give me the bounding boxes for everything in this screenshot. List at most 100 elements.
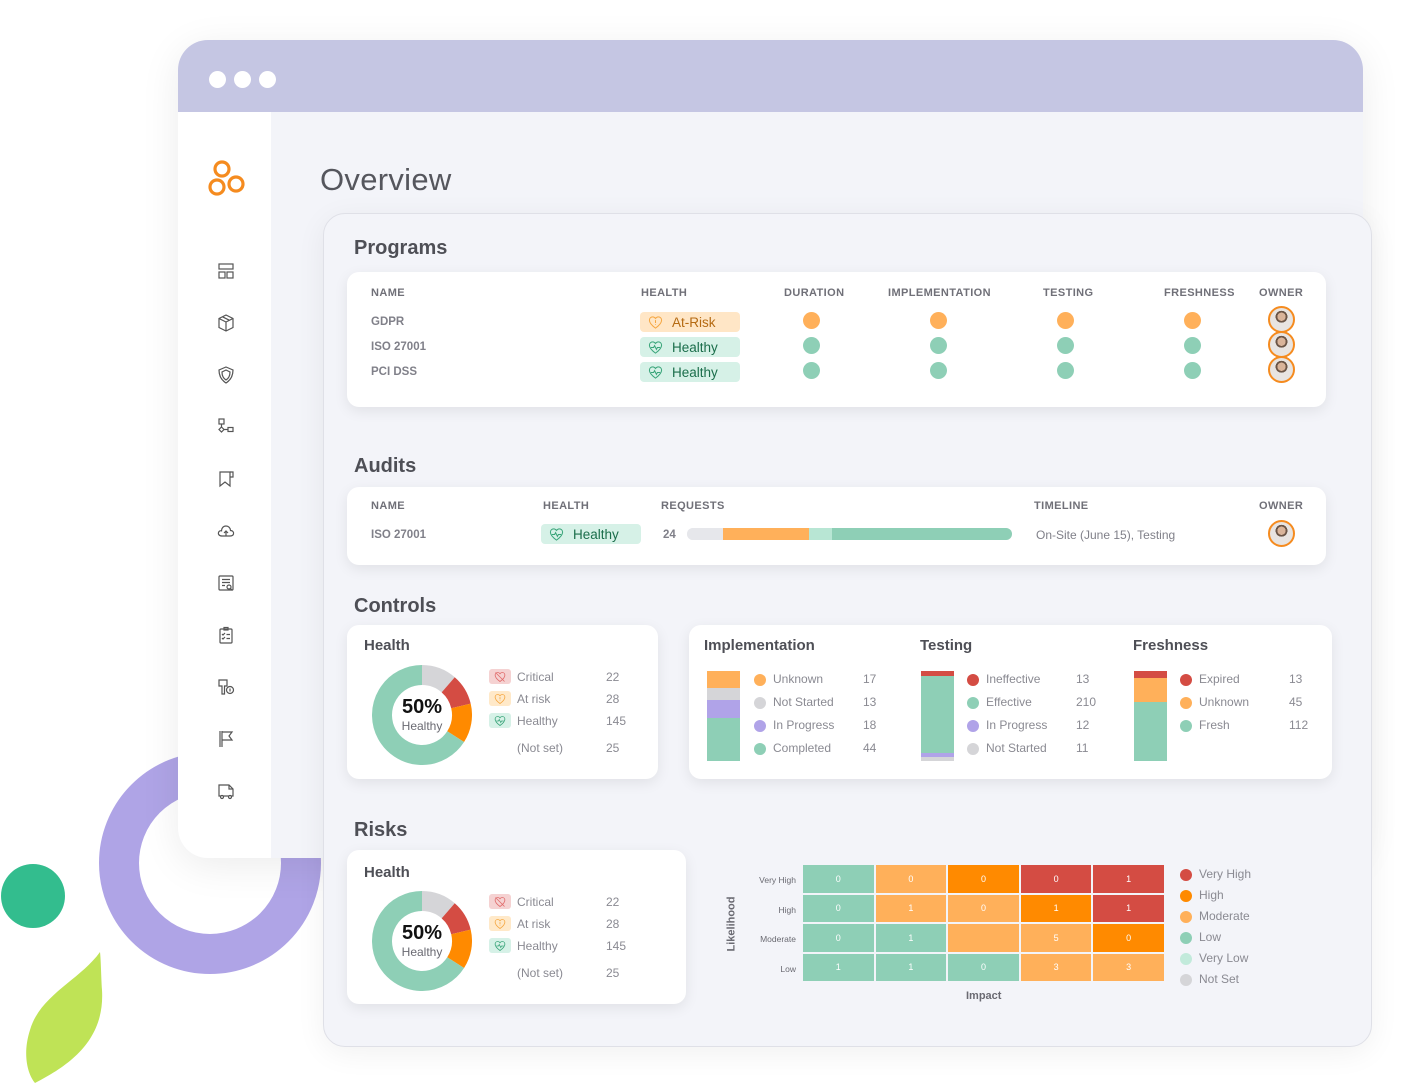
donut-label: Healthy: [401, 945, 443, 959]
heatmap-cell[interactable]: 0: [875, 865, 947, 893]
program-name[interactable]: PCI DSS: [371, 366, 417, 378]
column-header[interactable]: FRESHNESS: [1164, 287, 1235, 299]
legend-label: At risk: [517, 692, 551, 706]
legend-label: At risk: [517, 917, 551, 931]
legend-dot: [754, 674, 766, 686]
bar-segment-completed[interactable]: [707, 717, 740, 761]
column-header[interactable]: OWNER: [1259, 500, 1303, 512]
window-dot[interactable]: [234, 71, 251, 88]
audit-name[interactable]: ISO 27001: [371, 529, 426, 541]
legend-label: Ineffective: [986, 672, 1041, 686]
heatmap-cell[interactable]: 1: [875, 953, 947, 981]
page-title: Overview: [320, 162, 452, 197]
legend-dot: [1180, 890, 1192, 902]
cloud-upload-icon[interactable]: [216, 521, 236, 541]
bookmark-icon[interactable]: [216, 469, 236, 489]
legend-label: Unknown: [1199, 695, 1250, 709]
testing-stacked-bar: [921, 671, 954, 761]
truck-icon[interactable]: [216, 781, 236, 801]
card-title: Testing: [920, 637, 973, 654]
bar-segment-unknown[interactable]: [1134, 677, 1167, 702]
legend-label: Critical: [517, 670, 554, 684]
workflow-icon[interactable]: [216, 417, 236, 437]
window-dot[interactable]: [259, 71, 276, 88]
bar-segment-effective[interactable]: [921, 675, 954, 753]
legend-label: Not Set: [1199, 972, 1240, 986]
health-badge: At-Risk: [640, 312, 740, 332]
bar-segment-expired[interactable]: [1134, 671, 1167, 678]
risk-heatmap: 0000101011015011033: [803, 865, 1166, 983]
legend-value: 22: [606, 670, 620, 684]
heartbeat-icon: [489, 713, 511, 728]
heart-alert-icon: [648, 315, 663, 330]
legend-value: 17: [863, 672, 877, 686]
logo-icon[interactable]: [207, 158, 249, 200]
heartbeat-icon: [489, 938, 511, 953]
column-header[interactable]: TIMELINE: [1034, 500, 1089, 512]
legend-value: 45: [1289, 695, 1303, 709]
column-header[interactable]: NAME: [371, 287, 405, 299]
heatmap-cell[interactable]: 1: [1020, 894, 1092, 922]
bar-segment-fresh[interactable]: [1134, 701, 1167, 761]
freshness-status-dot: [1184, 312, 1201, 329]
column-header[interactable]: REQUESTS: [661, 500, 725, 512]
heatmap-cell[interactable]: 3: [1093, 953, 1164, 981]
risks-health-card: Health 50% Healthy Critical 22 At risk 28 He…: [347, 850, 686, 1004]
flag-icon[interactable]: [216, 729, 236, 749]
column-header[interactable]: TESTING: [1043, 287, 1093, 299]
window-dot[interactable]: [209, 71, 226, 88]
heatmap-cell[interactable]: 5: [1020, 924, 1092, 952]
clipboard-check-icon[interactable]: [216, 625, 236, 645]
heatmap-cell[interactable]: 0: [803, 894, 874, 922]
legend-label: Moderate: [1199, 909, 1250, 923]
decorative-dot: [1, 864, 65, 928]
bar-segment-not-started[interactable]: [921, 756, 954, 761]
donut-label: Healthy: [401, 719, 443, 733]
column-header[interactable]: DURATION: [784, 287, 844, 299]
legend-label: Very Low: [1199, 951, 1249, 965]
heatmap-cell[interactable]: 0: [803, 924, 874, 952]
heatmap-cell[interactable]: 0: [803, 865, 874, 893]
health-badge: Healthy: [541, 524, 641, 544]
heatmap-cell[interactable]: 1: [875, 894, 947, 922]
column-header[interactable]: HEALTH: [543, 500, 589, 512]
program-name[interactable]: ISO 27001: [371, 341, 426, 353]
bar-segment-not-started[interactable]: [707, 687, 740, 701]
legend-label: (Not set): [517, 741, 564, 755]
heatmap-cell[interactable]: 0: [1093, 924, 1164, 952]
column-header[interactable]: OWNER: [1259, 287, 1303, 299]
owner-avatar[interactable]: [1268, 331, 1295, 358]
heatmap-cell[interactable]: [948, 924, 1019, 952]
column-header[interactable]: NAME: [371, 500, 405, 512]
legend-dot: [967, 697, 979, 709]
bar-segment-unknown[interactable]: [707, 671, 740, 688]
column-header[interactable]: IMPLEMENTATION: [888, 287, 991, 299]
heatmap-cell[interactable]: 0: [1020, 865, 1092, 893]
box-icon[interactable]: [216, 313, 236, 333]
audits-title: Audits: [354, 455, 417, 477]
layout-icon[interactable]: [216, 261, 236, 281]
requests-progress: [687, 528, 1012, 540]
list-search-icon[interactable]: [216, 573, 236, 593]
program-name[interactable]: GDPR: [371, 316, 404, 328]
column-header[interactable]: HEALTH: [641, 287, 687, 299]
legend-dot: [967, 720, 979, 732]
heatmap-cell[interactable]: 0: [948, 865, 1019, 893]
heatmap-cell[interactable]: 1: [1093, 865, 1164, 893]
heatmap-cell[interactable]: 0: [948, 953, 1019, 981]
owner-avatar[interactable]: [1268, 520, 1295, 547]
bar-segment-in-progress[interactable]: [707, 700, 740, 718]
heatmap-cell[interactable]: 1: [875, 924, 947, 952]
legend-label: Unknown: [773, 672, 824, 686]
shield-icon[interactable]: [216, 365, 236, 385]
key-info-icon[interactable]: [216, 677, 236, 697]
heatmap-cell[interactable]: 0: [948, 894, 1019, 922]
heatmap-cell[interactable]: 3: [1020, 953, 1092, 981]
heartbeat-icon: [648, 365, 663, 380]
health-donut: 50% Healthy: [372, 891, 472, 991]
owner-avatar[interactable]: [1268, 306, 1295, 333]
broken-heart-icon: [489, 894, 511, 909]
owner-avatar[interactable]: [1268, 356, 1295, 383]
heatmap-cell[interactable]: 1: [1093, 894, 1164, 922]
heatmap-cell[interactable]: 1: [803, 953, 874, 981]
